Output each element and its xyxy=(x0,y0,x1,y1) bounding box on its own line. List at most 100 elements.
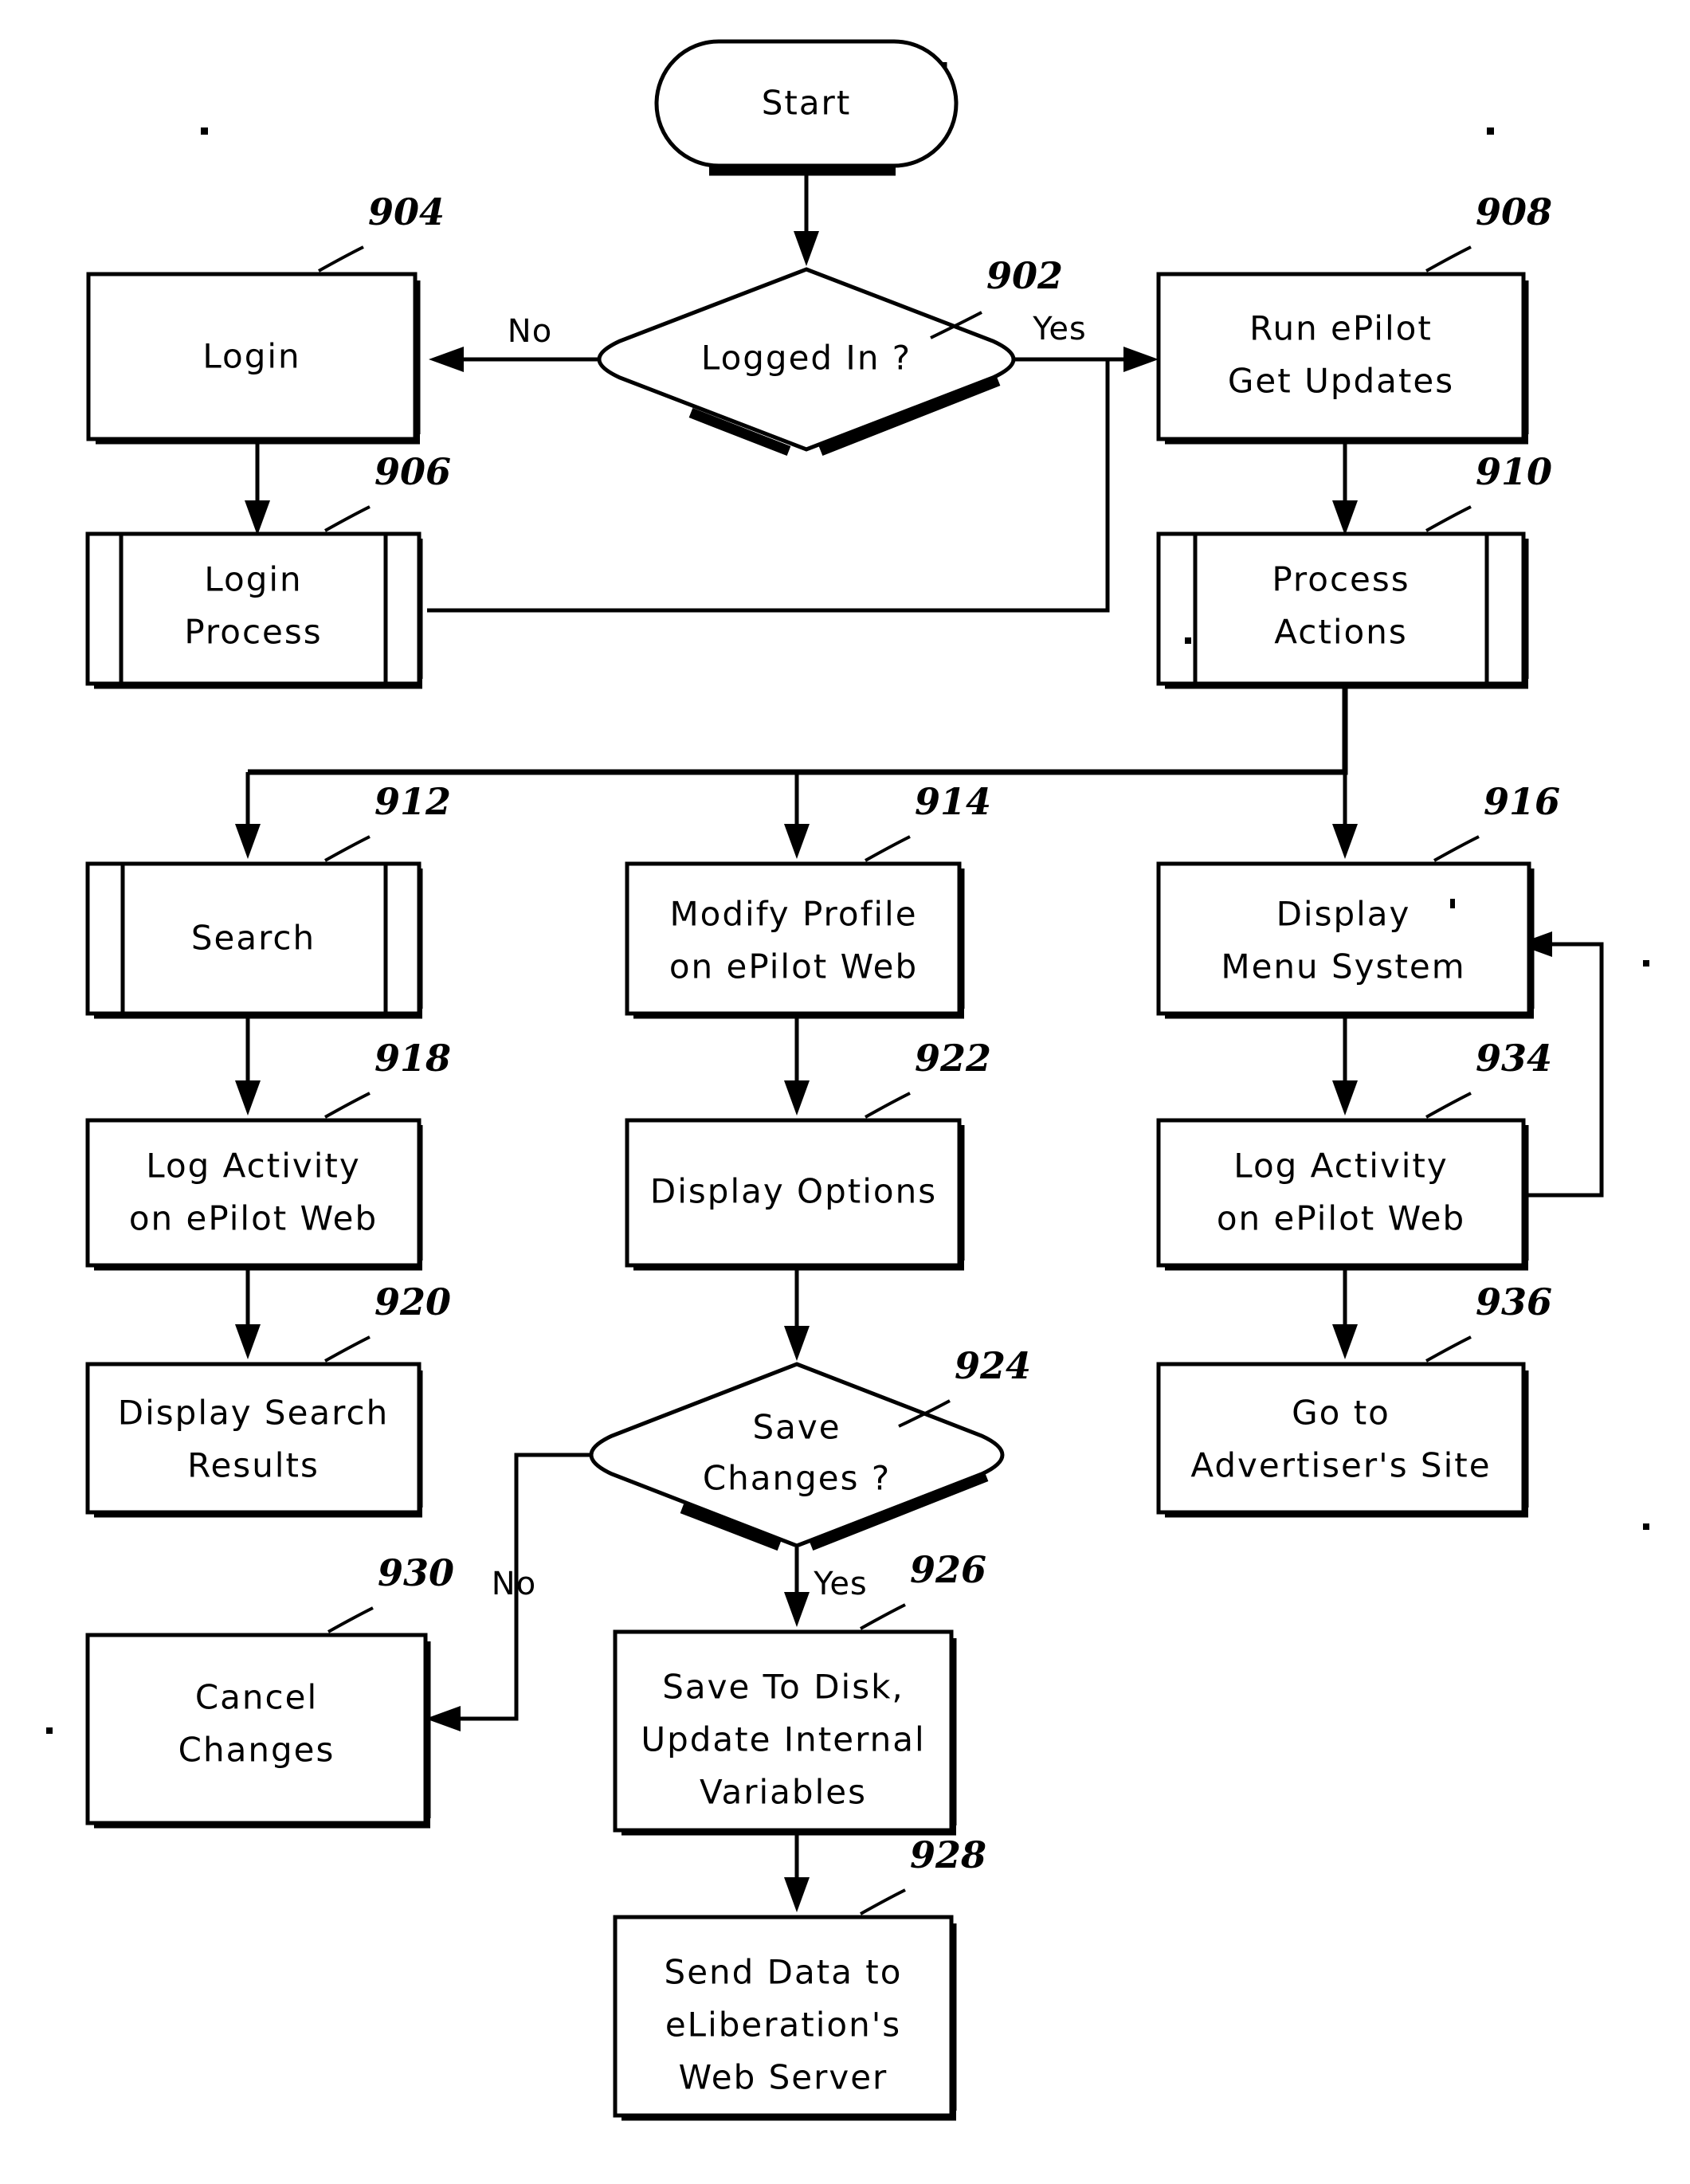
node-926-ref: 926 xyxy=(910,1548,986,1591)
node-908-label-line1: Run ePilot xyxy=(1249,309,1433,348)
node-928-leader xyxy=(860,1888,906,1915)
edge-label-yes-save: Yes xyxy=(813,1566,868,1602)
node-936-label-line2: Advertiser's Site xyxy=(1190,1446,1491,1485)
node-910-label-line2: Actions xyxy=(1274,613,1407,652)
node-914-modify-profile[interactable]: Modify Profile on ePilot Web 914 xyxy=(625,780,991,1019)
speck-6 xyxy=(1185,637,1191,644)
node-910-fill xyxy=(1159,534,1523,684)
node-928-ref: 928 xyxy=(910,1833,986,1876)
node-start[interactable]: Start xyxy=(654,39,959,176)
node-910-label-line1: Process xyxy=(1272,560,1410,599)
node-916-ref: 916 xyxy=(1484,780,1560,823)
node-930-fill xyxy=(88,1635,425,1823)
node-914-ref: 914 xyxy=(915,780,991,823)
node-916-fill xyxy=(1159,864,1529,1014)
node-934-ref: 934 xyxy=(1476,1037,1552,1080)
node-926-label-line2: Update Internal xyxy=(641,1720,925,1759)
node-918-log-activity-left[interactable]: Log Activity on ePilot Web 918 xyxy=(85,1037,451,1271)
node-912-label: Search xyxy=(191,919,316,958)
arrowhead-918-to-920 xyxy=(235,1324,261,1359)
node-930-label-line1: Cancel xyxy=(195,1678,318,1717)
arrowhead-start-to-902 xyxy=(794,231,819,266)
node-928-label-line1: Send Data to xyxy=(665,1953,903,1992)
node-934-log-activity-right[interactable]: Log Activity on ePilot Web 934 xyxy=(1156,1037,1552,1271)
node-922-ref: 922 xyxy=(915,1037,991,1080)
edge-label-no-save: No xyxy=(492,1566,536,1602)
node-920-ref: 920 xyxy=(374,1280,451,1323)
node-902-label: Logged In ? xyxy=(701,339,912,378)
speck-5 xyxy=(46,1727,53,1734)
node-920-label-line2: Results xyxy=(187,1446,320,1485)
arrowhead-916-to-934 xyxy=(1332,1080,1358,1116)
node-930-ref: 930 xyxy=(378,1551,454,1594)
node-908-run-epilot[interactable]: Run ePilot Get Updates 908 xyxy=(1156,190,1552,445)
node-924-label-line2: Changes ? xyxy=(703,1459,891,1498)
arrowhead-924-to-930 xyxy=(425,1706,461,1731)
node-918-leader xyxy=(324,1092,371,1119)
node-912-search[interactable]: Search 912 xyxy=(85,780,451,1019)
node-926-save-to-disk[interactable]: Save To Disk, Update Internal Variables … xyxy=(613,1548,986,1836)
node-902-logged-in[interactable]: Logged In ? 902 xyxy=(597,254,1063,457)
node-918-label-line1: Log Activity xyxy=(146,1147,360,1186)
speck-1 xyxy=(201,127,208,135)
node-906-leader xyxy=(324,505,371,532)
edge-910-to-bus xyxy=(248,688,1348,775)
node-924-label-line1: Save xyxy=(752,1408,841,1447)
node-918-label-line2: on ePilot Web xyxy=(129,1199,378,1238)
node-914-label-line2: on ePilot Web xyxy=(669,947,918,986)
edge-label-yes-top: Yes xyxy=(1032,311,1087,347)
arrowhead-934-to-936 xyxy=(1332,1324,1358,1359)
arrowhead-914-to-922 xyxy=(784,1080,810,1116)
node-904-leader xyxy=(318,245,364,273)
node-912-leader xyxy=(324,835,371,862)
node-926-label-line1: Save To Disk, xyxy=(662,1668,904,1707)
node-928-send-data[interactable]: Send Data to eLiberation's Web Server 92… xyxy=(613,1833,986,2121)
flowchart-svg: Start Logged In ? 902 Login 904 Login Pr… xyxy=(46,39,1649,2121)
speck-2 xyxy=(1487,127,1494,135)
node-908-leader xyxy=(1425,245,1472,273)
node-902-ref: 902 xyxy=(986,254,1063,297)
node-930-leader xyxy=(327,1606,374,1633)
node-918-fill xyxy=(88,1120,419,1265)
node-920-display-search-results[interactable]: Display Search Results 920 xyxy=(85,1280,451,1518)
node-930-label-line2: Changes xyxy=(178,1731,335,1770)
node-916-display-menu-system[interactable]: Display Menu System 916 xyxy=(1156,780,1560,1019)
arrowhead-902-to-908 xyxy=(1123,347,1159,372)
node-936-go-to-advertiser-site[interactable]: Go to Advertiser's Site 936 xyxy=(1156,1280,1552,1518)
node-914-fill xyxy=(627,864,959,1014)
node-934-fill xyxy=(1159,1120,1523,1265)
arrowhead-908-to-910 xyxy=(1332,500,1358,535)
node-906-login-process[interactable]: Login Process 906 xyxy=(85,450,451,689)
node-936-label-line1: Go to xyxy=(1292,1394,1390,1433)
arrowhead-924-to-926 xyxy=(784,1592,810,1627)
node-904-login[interactable]: Login 904 xyxy=(86,190,445,445)
speck-4 xyxy=(1643,1523,1649,1530)
node-936-fill xyxy=(1159,1364,1523,1512)
node-922-display-options[interactable]: Display Options 922 xyxy=(625,1037,991,1271)
node-910-process-actions[interactable]: Process Actions 910 xyxy=(1156,450,1552,689)
node-930-cancel-changes[interactable]: Cancel Changes 930 xyxy=(85,1551,454,1829)
node-924-save-changes[interactable]: Save Changes ? 924 xyxy=(589,1344,1031,1551)
start-label: Start xyxy=(762,84,852,123)
edge-label-no-top: No xyxy=(508,313,552,350)
node-916-leader xyxy=(1433,835,1480,862)
arrowhead-bus-to-916 xyxy=(1332,824,1358,859)
node-906-label-line2: Process xyxy=(184,613,322,652)
node-912-ref: 912 xyxy=(374,780,451,823)
node-910-ref: 910 xyxy=(1476,450,1552,493)
node-918-ref: 918 xyxy=(374,1037,451,1080)
node-920-leader xyxy=(324,1335,371,1363)
arrowhead-922-to-924 xyxy=(784,1326,810,1361)
node-922-label: Display Options xyxy=(650,1172,937,1211)
node-914-label-line1: Modify Profile xyxy=(669,895,917,934)
node-916-ink-speck xyxy=(1450,899,1455,908)
node-934-label-line1: Log Activity xyxy=(1233,1147,1448,1186)
node-904-ref: 904 xyxy=(368,190,445,233)
node-924-fill xyxy=(591,1364,1002,1546)
figure-sheet: Start Logged In ? 902 Login 904 Login Pr… xyxy=(0,0,1690,2184)
arrowhead-bus-to-912 xyxy=(235,824,261,859)
node-904-label: Login xyxy=(202,337,300,376)
node-928-label-line3: Web Server xyxy=(679,2058,888,2097)
node-906-fill xyxy=(88,534,419,684)
node-906-ref: 906 xyxy=(374,450,451,493)
